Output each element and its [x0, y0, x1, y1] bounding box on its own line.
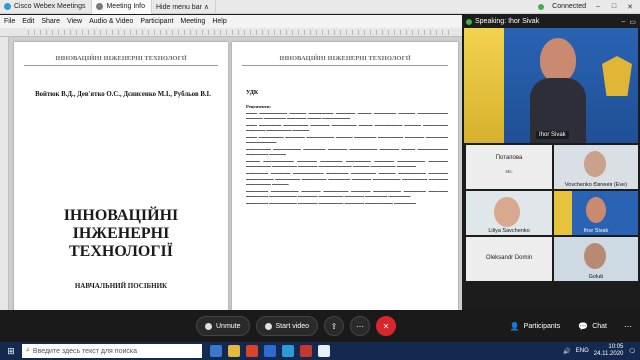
vertical-ruler	[0, 37, 9, 310]
minimize-icon[interactable]: –	[594, 3, 602, 10]
start-video-button[interactable]: Start video	[255, 316, 318, 336]
meeting-controls: Unmute Start video ⇪ ⋯ ✕ 👤 Participants …	[0, 310, 640, 342]
start-button[interactable]: ⊞	[0, 342, 22, 360]
participants-icon: 👤	[509, 321, 520, 331]
microphone-icon	[205, 322, 212, 330]
active-speaker-bar: Speaking: Ihor Sivak – ▭	[462, 15, 640, 28]
horizontal-ruler	[0, 28, 462, 37]
participant-tile[interactable]: Oleksandr Domin	[466, 237, 552, 281]
participant-tile[interactable]: Liliya Savchenko	[466, 191, 552, 235]
menu-audio-video[interactable]: Audio & Video	[89, 18, 133, 25]
task-view-icon[interactable]	[210, 345, 222, 357]
menu-bar: File Edit Share View Audio & Video Parti…	[0, 15, 462, 28]
header-divider	[242, 65, 448, 66]
camera-icon	[264, 322, 272, 330]
tab-meeting-info[interactable]: Meeting Info	[92, 0, 152, 14]
menu-meeting[interactable]: Meeting	[180, 18, 205, 25]
menu-view[interactable]: View	[67, 18, 82, 25]
pinned-apps	[210, 345, 330, 357]
coat-of-arms-graphic	[602, 56, 632, 96]
windows-icon: ⊞	[7, 345, 15, 356]
document-page-right: ІННОВАЦІЙНІ ІНЖЕНЕРНІ ТЕХНОЛОГІЇ УДК Рец…	[232, 42, 458, 310]
flag-graphic	[464, 28, 504, 143]
header-divider	[24, 65, 218, 66]
participant-face	[586, 197, 606, 223]
book-title: ІННОВАЦІЙНІ ІНЖЕНЕРНІ ТЕХНОЛОГІЇ	[63, 207, 179, 260]
shared-content-area[interactable]: ІННОВАЦІЙНІ ІНЖЕНЕРНІ ТЕХНОЛОГІЇ Войтюк …	[0, 28, 462, 310]
participant-tile[interactable]: Vovchenko Євгенія (Eve)	[554, 145, 638, 189]
page-header: ІННОВАЦІЙНІ ІНЖЕНЕРНІ ТЕХНОЛОГІЇ	[279, 55, 411, 62]
participants-button[interactable]: 👤 Participants	[501, 316, 570, 336]
speaker-person	[530, 38, 586, 143]
chat-button[interactable]: 💬 Chat	[569, 316, 616, 336]
close-icon[interactable]: ✕	[626, 3, 634, 11]
menu-help[interactable]: Help	[212, 18, 226, 25]
close-icon: ✕	[382, 321, 390, 331]
page-header: ІННОВАЦІЙНІ ІНЖЕНЕРНІ ТЕХНОЛОГІЇ	[55, 55, 187, 62]
layout-icon[interactable]: ▭	[629, 18, 636, 26]
participant-face	[584, 243, 606, 269]
unmute-button[interactable]: Unmute	[196, 316, 250, 336]
more-icon: ⋯	[355, 321, 364, 331]
participant-face	[494, 197, 520, 227]
participant-face	[584, 151, 606, 177]
webex-icon	[4, 3, 11, 10]
connection-status-icon	[538, 3, 545, 10]
udk-label: УДК	[246, 90, 259, 96]
body-text: Рецензенти: ━━━━ ━━━━━━━━━━ ━━━━━━ ━━━━━…	[246, 104, 448, 206]
more-options-button[interactable]: ⋯	[349, 316, 370, 336]
reviewers-label: Рецензенти:	[246, 104, 272, 109]
search-icon: ⌕	[26, 347, 30, 354]
active-speaker-label: Speaking: Ihor Sivak	[475, 18, 540, 25]
connection-status: Connected	[552, 3, 586, 10]
webex-taskbar-icon[interactable]	[282, 345, 294, 357]
minimize-panel-icon[interactable]: –	[621, 18, 625, 26]
app-title-bar: Cisco Webex Meetings Meeting Info Hide m…	[0, 0, 640, 14]
file-explorer-icon[interactable]	[228, 345, 240, 357]
video-panel: Speaking: Ihor Sivak – ▭ Ihor Sivak Пота…	[462, 15, 640, 310]
authors-line: Войтюк В.Д., Дев'ятко О.С., Дєнисенко М.…	[35, 91, 211, 98]
menu-file[interactable]: File	[4, 18, 15, 25]
speaker-icon	[466, 18, 472, 25]
notifications-icon[interactable]: 🗨	[628, 348, 636, 355]
leave-meeting-button[interactable]: ✕	[375, 316, 396, 336]
share-icon: ⇪	[330, 321, 338, 331]
menu-share[interactable]: Share	[41, 18, 60, 25]
taskbar-lang[interactable]: ENG	[576, 348, 589, 354]
participant-tile[interactable]: Golub	[554, 237, 638, 281]
main-video-name: Ihor Sivak	[536, 131, 569, 139]
menu-edit[interactable]: Edit	[22, 18, 34, 25]
tab-cisco-webex[interactable]: Cisco Webex Meetings	[0, 0, 93, 14]
word-icon[interactable]	[264, 345, 276, 357]
menu-participant[interactable]: Participant	[140, 18, 173, 25]
chat-icon: 💬	[578, 321, 589, 331]
system-tray: 🔊 ENG 10:05 24.11.2020 🗨	[563, 344, 640, 358]
info-icon	[96, 3, 104, 10]
app-icon[interactable]	[318, 345, 330, 357]
clock[interactable]: 10:05 24.11.2020	[594, 344, 624, 358]
participant-tile[interactable]: Потапова Mic	[466, 145, 552, 189]
document-page-left: ІННОВАЦІЙНІ ІНЖЕНЕРНІ ТЕХНОЛОГІЇ Войтюк …	[14, 42, 228, 310]
taskbar-search[interactable]: ⌕ Введите здесь текст для поиска	[22, 344, 202, 358]
main-video[interactable]: Ihor Sivak	[464, 28, 638, 143]
hide-menu-bar-button[interactable]: Hide menu bar ∧	[152, 0, 216, 14]
participant-tile[interactable]: Ihor Sivak	[554, 191, 638, 235]
powerpoint-icon[interactable]	[300, 345, 312, 357]
volume-icon[interactable]: 🔊	[563, 348, 570, 355]
book-subtitle: НАВЧАЛЬНИЙ ПОСІБНИК	[74, 282, 168, 290]
windows-taskbar: ⊞ ⌕ Введите здесь текст для поиска 🔊 ENG…	[0, 342, 640, 360]
chrome-icon[interactable]	[246, 345, 258, 357]
more-panels-icon[interactable]: ⋯	[616, 322, 640, 331]
share-button[interactable]: ⇪	[323, 316, 344, 336]
maximize-icon[interactable]: □	[610, 3, 618, 10]
